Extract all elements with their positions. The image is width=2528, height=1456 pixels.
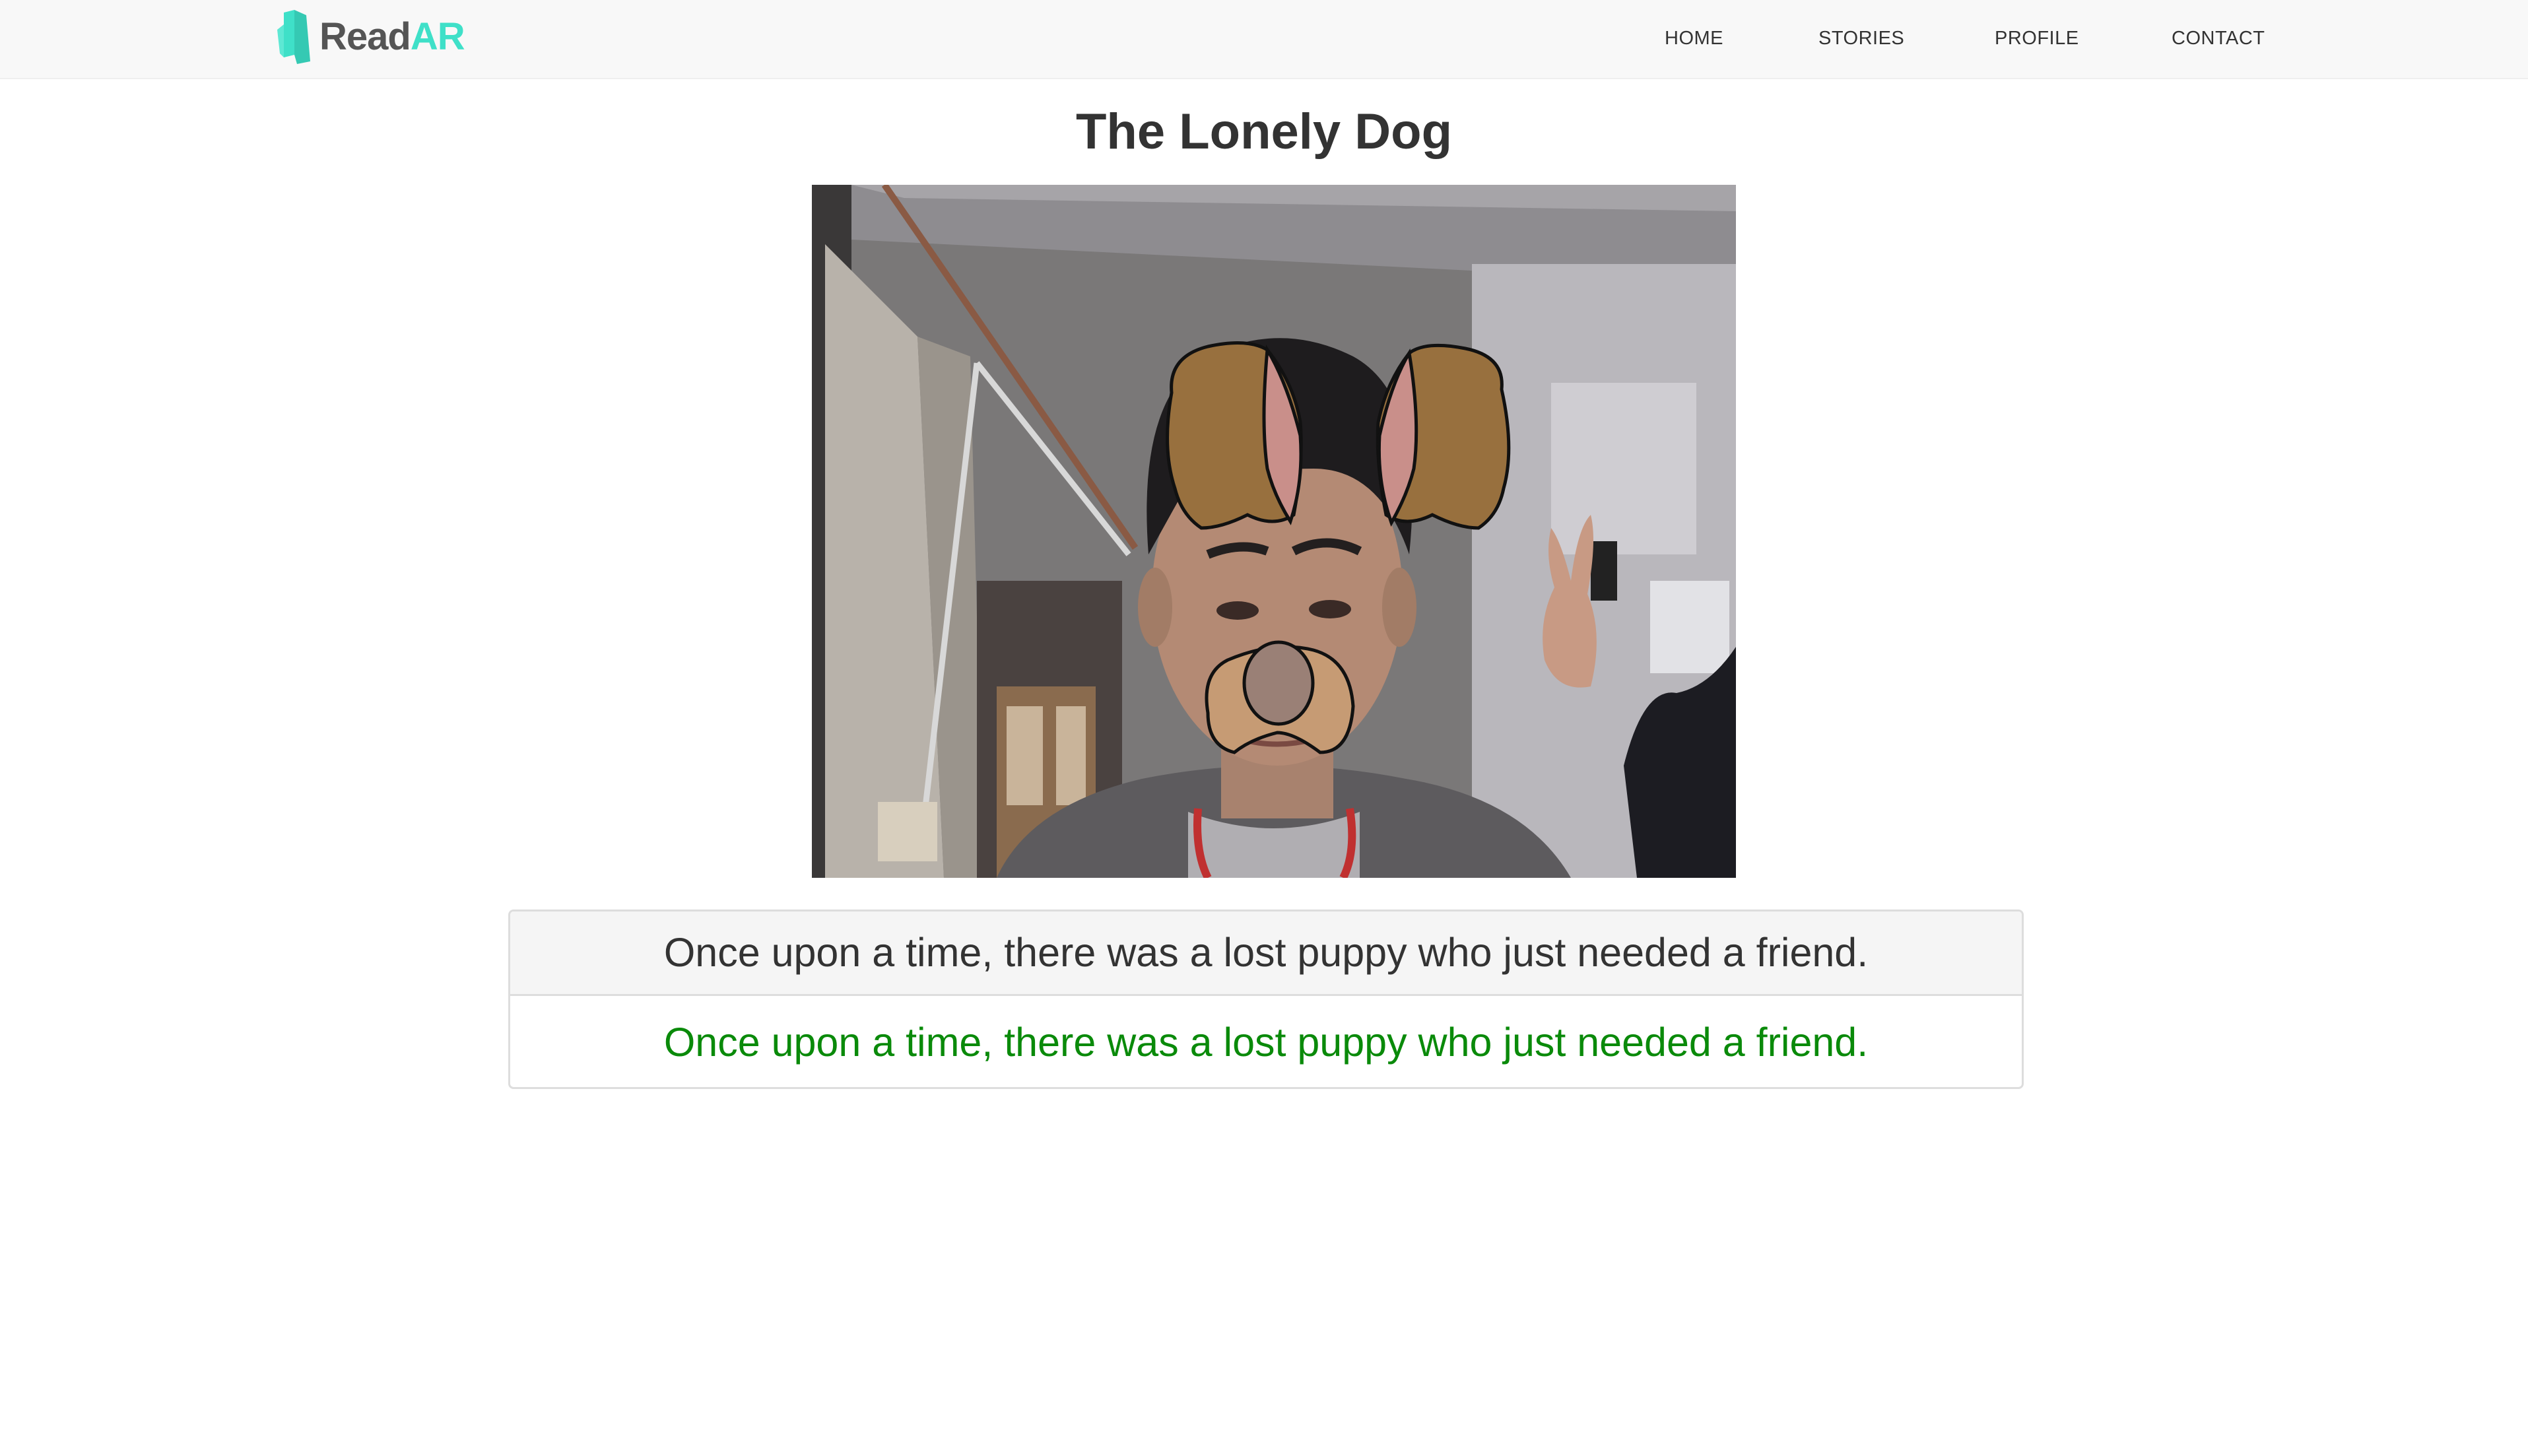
nav-stories[interactable]: STORIES [1818,28,1904,50]
brand-name-read: Read [319,15,411,58]
sentence-prompt: Once upon a time, there was a lost puppy… [510,911,2022,996]
camera-frame-image [812,185,1736,878]
top-navbar: ReadAR HOME STORIES PROFILE CONTACT [0,0,2528,79]
brand-name-ar: AR [410,15,465,58]
nav-contact[interactable]: CONTACT [2172,28,2265,50]
sentence-panel: Once upon a time, there was a lost puppy… [508,910,2024,1089]
sentence-spoken-result: Once upon a time, there was a lost puppy… [663,1020,1869,1065]
story-title: The Lonely Dog [1076,104,1452,160]
brand-logo-link[interactable]: ReadAR [277,9,465,65]
book-logo-icon [277,10,310,64]
camera-feed [812,185,1736,878]
brand-name: ReadAR [319,18,465,56]
nav-profile[interactable]: PROFILE [1995,28,2079,50]
nav-home[interactable]: HOME [1665,28,1723,50]
